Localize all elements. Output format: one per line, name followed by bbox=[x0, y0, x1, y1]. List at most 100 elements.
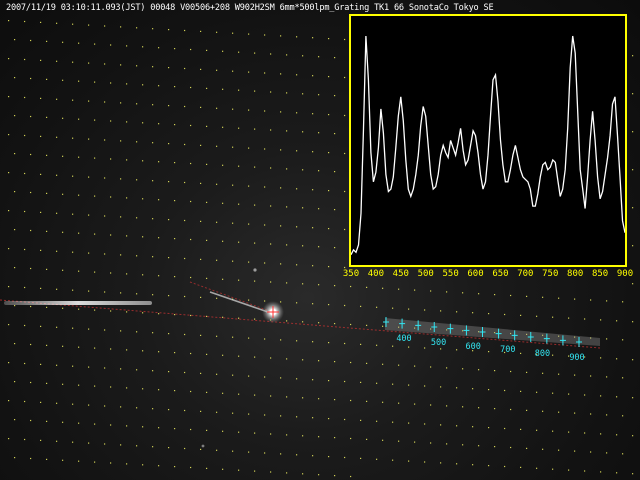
star-grid-dot bbox=[136, 65, 138, 67]
star-grid-dot bbox=[14, 39, 16, 41]
star-grid-dot bbox=[344, 418, 346, 421]
star-grid-dot bbox=[542, 410, 544, 412]
star-grid-dot bbox=[616, 434, 618, 436]
star-grid-dot bbox=[360, 343, 362, 345]
star-grid-dot bbox=[232, 70, 234, 72]
star-grid-dot bbox=[88, 404, 90, 406]
star-grid-dot bbox=[606, 338, 608, 340]
star-grid-dot bbox=[440, 348, 442, 350]
star-grid-dot bbox=[24, 324, 26, 327]
star-grid-dot bbox=[318, 208, 320, 210]
star-grid-dot bbox=[254, 52, 256, 54]
star-grid-dot bbox=[110, 348, 112, 350]
star-grid-dot bbox=[184, 295, 186, 298]
star-grid-dot bbox=[232, 108, 234, 110]
star-grid-dot bbox=[168, 333, 170, 335]
star-grid-dot bbox=[558, 373, 560, 375]
star-grid-dot bbox=[126, 349, 128, 351]
star-grid-dot bbox=[46, 78, 48, 80]
star-grid-dot bbox=[94, 385, 96, 387]
star-grid-dot bbox=[110, 120, 112, 122]
star-grid-dot bbox=[600, 471, 602, 473]
star-grid-dot bbox=[254, 356, 256, 358]
star-grid-dot bbox=[264, 34, 266, 36]
star-grid-dot bbox=[440, 386, 442, 388]
star-grid-dot bbox=[558, 297, 560, 299]
star-grid-dot bbox=[456, 425, 458, 427]
star-grid-dot bbox=[296, 264, 298, 266]
star-grid-dot bbox=[158, 465, 160, 467]
star-grid-dot bbox=[408, 346, 410, 348]
star-grid-dot bbox=[526, 409, 528, 411]
star-grid-dot bbox=[440, 462, 442, 464]
star-grid-dot bbox=[232, 450, 234, 452]
star-grid-dot bbox=[462, 406, 464, 408]
star-grid-dot bbox=[136, 217, 138, 219]
star-grid-dot bbox=[88, 328, 90, 330]
star-grid-dot bbox=[526, 447, 528, 449]
star-grid-dot bbox=[88, 100, 90, 102]
star-grid-dot bbox=[94, 119, 96, 121]
star-grid-dot bbox=[30, 381, 32, 384]
star-grid-dot bbox=[56, 364, 58, 366]
star-grid-dot bbox=[254, 128, 256, 130]
star-grid-dot bbox=[24, 134, 26, 137]
star-grid-dot bbox=[286, 206, 288, 208]
star-grid-dot bbox=[184, 257, 186, 260]
star-grid-dot bbox=[120, 330, 122, 332]
meteor-spectrum-frame: 2007/11/19 03:10:11.093(JST) 00048 V0050… bbox=[0, 0, 640, 480]
star-grid-dot bbox=[88, 62, 90, 64]
star-grid-dot bbox=[238, 469, 240, 471]
star-grid-dot bbox=[14, 153, 16, 155]
star-grid-dot bbox=[120, 64, 122, 66]
star-grid-dot bbox=[510, 370, 512, 373]
star-grid-dot bbox=[632, 93, 634, 95]
star-grid-dot bbox=[46, 306, 48, 308]
star-grid-dot bbox=[200, 334, 202, 336]
star-grid-dot bbox=[78, 80, 80, 82]
star-grid-dot bbox=[264, 452, 266, 454]
star-grid-dot bbox=[40, 325, 42, 327]
star-grid-dot bbox=[46, 458, 48, 460]
star-grid-dot bbox=[126, 425, 128, 427]
star-grid-dot bbox=[296, 188, 298, 190]
star-grid-dot bbox=[62, 383, 64, 385]
star-grid-dot bbox=[190, 466, 192, 469]
star-grid-dot bbox=[104, 443, 106, 445]
star-grid-dot bbox=[270, 395, 272, 397]
meteor-streak bbox=[4, 301, 152, 305]
star-grid-dot bbox=[78, 384, 80, 386]
star-grid-dot bbox=[72, 251, 74, 253]
star-grid-dot bbox=[24, 362, 26, 365]
star-grid-dot bbox=[552, 316, 554, 318]
star-grid-dot bbox=[174, 352, 176, 354]
star-grid-dot bbox=[248, 147, 250, 149]
star-grid-dot bbox=[136, 27, 138, 29]
star-grid-dot bbox=[200, 68, 202, 70]
star-grid-dot bbox=[270, 471, 272, 473]
star-grid-dot bbox=[462, 368, 464, 370]
star-grid-dot bbox=[398, 364, 400, 366]
star-grid-dot bbox=[344, 342, 346, 345]
star-grid-dot bbox=[280, 187, 282, 189]
star-grid-dot bbox=[280, 453, 282, 455]
star-grid-dot bbox=[206, 163, 208, 165]
star-grid-dot bbox=[104, 215, 106, 217]
star-grid-dot bbox=[264, 338, 266, 340]
star-grid-dot bbox=[168, 219, 170, 221]
star-grid-dot bbox=[14, 381, 16, 383]
star-grid-dot bbox=[270, 205, 272, 207]
star-grid-dot bbox=[184, 409, 186, 412]
star-grid-dot bbox=[462, 444, 464, 446]
star-grid-dot bbox=[574, 412, 576, 414]
star-grid-dot bbox=[30, 457, 32, 460]
star-grid-dot bbox=[104, 25, 106, 27]
star-grid-dot bbox=[334, 133, 336, 135]
star-grid-dot bbox=[190, 390, 192, 393]
star-grid-dot bbox=[56, 326, 58, 328]
star-grid-dot bbox=[366, 400, 368, 402]
star-grid-dot bbox=[190, 86, 192, 89]
star-grid-dot bbox=[104, 253, 106, 255]
star-grid-dot bbox=[216, 31, 218, 33]
star-grid-dot bbox=[174, 162, 176, 164]
